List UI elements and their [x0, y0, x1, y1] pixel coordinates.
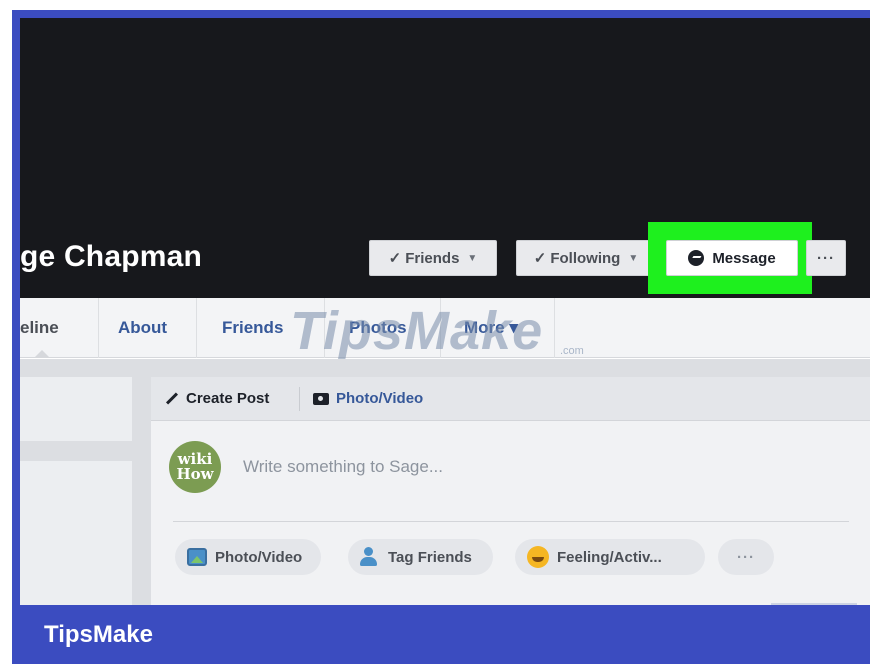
- photo-video-button-label: Photo/Video: [215, 548, 303, 566]
- left-column-card: [20, 377, 132, 441]
- left-column-card: [20, 461, 132, 605]
- composer-input[interactable]: Write something to Sage...: [243, 457, 443, 477]
- profile-content: Create Post Photo/Video wiki How Write s…: [20, 359, 870, 605]
- avatar[interactable]: wiki How: [169, 441, 221, 493]
- nav-divider: [554, 298, 555, 358]
- frame-top-border: [12, 10, 870, 18]
- check-icon: ✓: [388, 250, 402, 267]
- screenshot-frame: ge Chapman ✓ Friends ▼ ✓ Following ▼ Mes…: [0, 0, 870, 664]
- tab-about[interactable]: About: [118, 318, 167, 338]
- smile-icon: [527, 546, 549, 568]
- profile-name[interactable]: ge Chapman: [20, 240, 202, 274]
- photo-video-button[interactable]: Photo/Video: [175, 539, 321, 575]
- composer-divider: [173, 521, 849, 522]
- nav-divider: [98, 298, 99, 358]
- following-button[interactable]: ✓ Following ▼: [516, 240, 656, 276]
- tag-friends-button-label: Tag Friends: [388, 548, 472, 566]
- friends-button[interactable]: ✓ Friends ▼: [369, 240, 497, 276]
- messenger-icon: [688, 250, 705, 266]
- tab-friends[interactable]: Friends: [222, 318, 283, 338]
- composer-tabs: Create Post Photo/Video: [151, 377, 870, 421]
- pencil-icon: [165, 392, 179, 405]
- caret-down-icon: ▼: [467, 252, 478, 264]
- feeling-activity-button[interactable]: Feeling/Activ...: [515, 539, 705, 575]
- tab-divider: [299, 387, 300, 411]
- tab-photo-video-label: Photo/Video: [336, 390, 424, 407]
- tab-create-post[interactable]: Create Post: [165, 390, 269, 407]
- message-button[interactable]: Message: [666, 240, 798, 276]
- composer-more-button[interactable]: ···: [718, 539, 774, 575]
- camera-icon: [313, 392, 329, 405]
- active-tab-indicator: [34, 350, 50, 358]
- tag-friends-icon: [360, 547, 380, 567]
- footer-brand: TipsMake: [44, 621, 153, 648]
- more-options-button[interactable]: ···: [806, 240, 846, 276]
- photo-icon: [187, 548, 207, 566]
- tag-friends-button[interactable]: Tag Friends: [348, 539, 493, 575]
- watermark-suffix: .com: [560, 345, 584, 357]
- caret-down-icon: ▼: [628, 252, 639, 264]
- check-icon: ✓: [533, 250, 547, 267]
- post-composer: Create Post Photo/Video wiki How Write s…: [151, 377, 870, 605]
- message-button-label: Message: [712, 249, 776, 267]
- nav-divider: [196, 298, 197, 358]
- tab-photo-video[interactable]: Photo/Video: [313, 390, 423, 407]
- tab-timeline[interactable]: eline: [20, 318, 59, 338]
- avatar-text-line: How: [176, 465, 214, 483]
- following-button-label: Following: [550, 249, 621, 267]
- friends-button-label: Friends: [405, 249, 460, 267]
- frame-left-border: [12, 10, 20, 610]
- tab-create-post-label: Create Post: [186, 390, 270, 407]
- feeling-activity-button-label: Feeling/Activ...: [557, 548, 662, 566]
- footer-banner: TipsMake: [12, 605, 870, 664]
- watermark-logo: TipsMake: [290, 301, 544, 361]
